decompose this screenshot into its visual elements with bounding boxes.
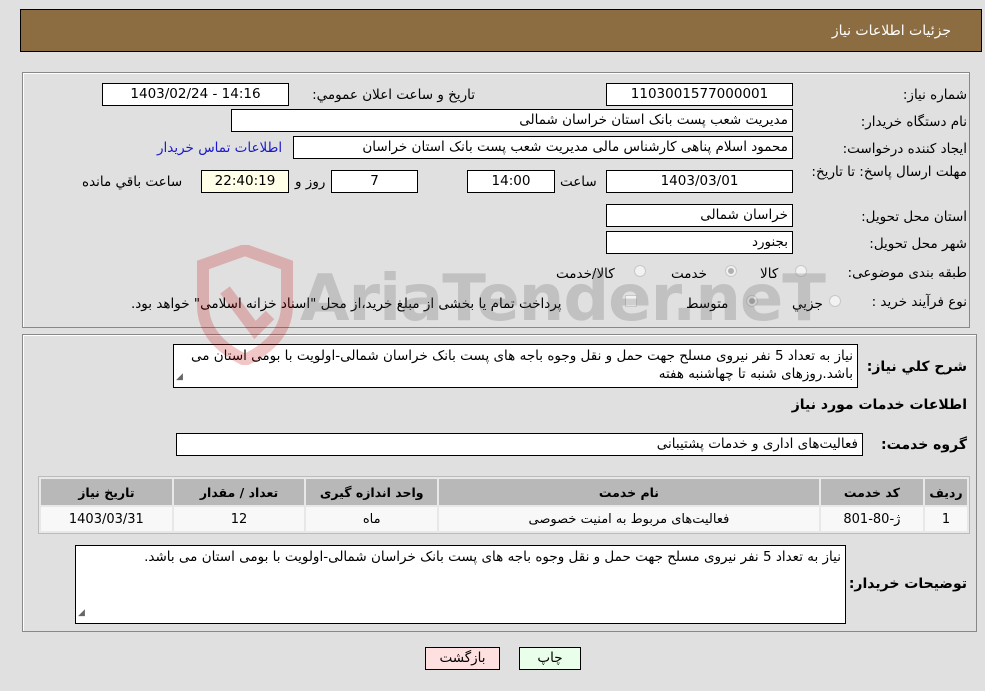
service-group-field: فعالیت‌های اداری و خدمات پشتیبانی bbox=[176, 433, 863, 456]
category-radio-goods-service[interactable] bbox=[634, 265, 646, 277]
buyer-notes-text: نیاز به تعداد 5 نفر نیروی مسلح جهت حمل و… bbox=[144, 549, 841, 565]
cell-need-date: 1403/03/31 bbox=[41, 507, 172, 531]
purchase-radio-minor[interactable] bbox=[829, 295, 841, 307]
remaining-days-field: 7 bbox=[331, 170, 418, 193]
delivery-city-field: بجنورد bbox=[606, 231, 793, 254]
table-header-row: ردیف کد خدمت نام خدمت واحد اندازه گیری ت… bbox=[41, 479, 967, 505]
treasury-checkbox[interactable] bbox=[625, 295, 637, 307]
buyer-notes-label: توضیحات خریدار: bbox=[848, 576, 967, 592]
table-row: 1 ژ-80-801 فعالیت‌های مربوط به امنیت خصو… bbox=[41, 507, 967, 531]
summary-label: شرح کلي نياز: bbox=[866, 359, 967, 375]
deadline-time-field: 14:00 bbox=[467, 170, 555, 193]
remaining-time-field: 22:40:19 bbox=[201, 170, 289, 193]
delivery-city-label: شهر محل تحویل: bbox=[869, 236, 967, 252]
purchase-option-medium: متوسط bbox=[686, 296, 729, 312]
announce-datetime-label: تاريخ و ساعت اعلان عمومي: bbox=[312, 87, 475, 103]
deadline-date-field: 1403/03/01 bbox=[606, 170, 793, 193]
buyer-org-label: نام دستگاه خریدار: bbox=[860, 114, 967, 130]
purchase-option-minor: جزيي bbox=[792, 296, 823, 312]
treasury-checkbox-label: پرداخت تمام یا بخشی از مبلغ خرید،از محل … bbox=[131, 296, 562, 312]
page-header: جزئيات اطلاعات نياز bbox=[20, 9, 982, 52]
buyer-contact-link[interactable]: اطلاعات تماس خریدار bbox=[157, 140, 282, 156]
days-label: روز و bbox=[295, 174, 326, 190]
deadline-label: مهلت ارسال پاسخ: تا تاریخ: bbox=[811, 164, 967, 180]
service-group-label: گروه خدمت: bbox=[881, 437, 967, 453]
col-header-quantity: تعداد / مقدار bbox=[173, 479, 305, 505]
purchase-type-label: نوع فرآیند خرید : bbox=[871, 294, 967, 310]
col-header-row-number: ردیف bbox=[924, 479, 967, 505]
category-option-goods-service: کالا/خدمت bbox=[556, 266, 615, 282]
need-number-label: شماره نیاز: bbox=[902, 87, 967, 103]
back-button[interactable]: بازگشت bbox=[425, 647, 500, 670]
need-number-field: 1103001577000001 bbox=[606, 83, 793, 106]
services-table: ردیف کد خدمت نام خدمت واحد اندازه گیری ت… bbox=[38, 476, 970, 534]
buyer-org-field: مدیریت شعب پست بانک استان خراسان شمالی bbox=[231, 109, 793, 132]
category-radio-goods[interactable] bbox=[795, 265, 807, 277]
cell-service-code: ژ-80-801 bbox=[820, 507, 923, 531]
cell-row-number: 1 bbox=[924, 507, 967, 531]
requester-field: محمود اسلام پناهی کارشناس مالی مدیریت شع… bbox=[293, 136, 793, 159]
print-button[interactable]: چاپ bbox=[519, 647, 581, 670]
category-radio-service[interactable] bbox=[725, 265, 737, 277]
delivery-province-field: خراسان شمالی bbox=[606, 204, 793, 227]
purchase-radio-medium[interactable] bbox=[746, 295, 758, 307]
announce-datetime-field: 1403/02/24 - 14:16 bbox=[102, 83, 289, 106]
cell-unit: ماه bbox=[306, 507, 438, 531]
remaining-label: ساعت باقي مانده bbox=[82, 174, 183, 190]
requester-label: ایجاد کننده درخواست: bbox=[842, 141, 967, 157]
category-option-service: خدمت bbox=[671, 266, 707, 282]
col-header-unit: واحد اندازه گیری bbox=[306, 479, 438, 505]
col-header-service-code: کد خدمت bbox=[820, 479, 923, 505]
resize-grip-icon[interactable]: ◢ bbox=[78, 604, 85, 622]
summary-text: نیاز به تعداد 5 نفر نیروی مسلح جهت حمل و… bbox=[190, 348, 853, 382]
col-header-service-name: نام خدمت bbox=[439, 479, 819, 505]
page-title: جزئيات اطلاعات نياز bbox=[831, 23, 951, 39]
cell-service-name: فعالیت‌های مربوط به امنیت خصوصی bbox=[439, 507, 819, 531]
summary-textarea[interactable]: نیاز به تعداد 5 نفر نیروی مسلح جهت حمل و… bbox=[173, 344, 858, 388]
delivery-province-label: استان محل تحویل: bbox=[861, 209, 967, 225]
buyer-notes-textarea[interactable]: نیاز به تعداد 5 نفر نیروی مسلح جهت حمل و… bbox=[75, 545, 846, 624]
deadline-time-label: ساعت bbox=[560, 174, 597, 190]
cell-quantity: 12 bbox=[173, 507, 305, 531]
category-option-goods: کالا bbox=[760, 266, 779, 282]
resize-grip-icon[interactable]: ◢ bbox=[176, 368, 183, 386]
col-header-need-date: تاریخ نیاز bbox=[41, 479, 172, 505]
services-section-title: اطلاعات خدمات مورد نياز bbox=[791, 397, 967, 413]
category-label: طبقه بندی موضوعی: bbox=[847, 265, 967, 281]
